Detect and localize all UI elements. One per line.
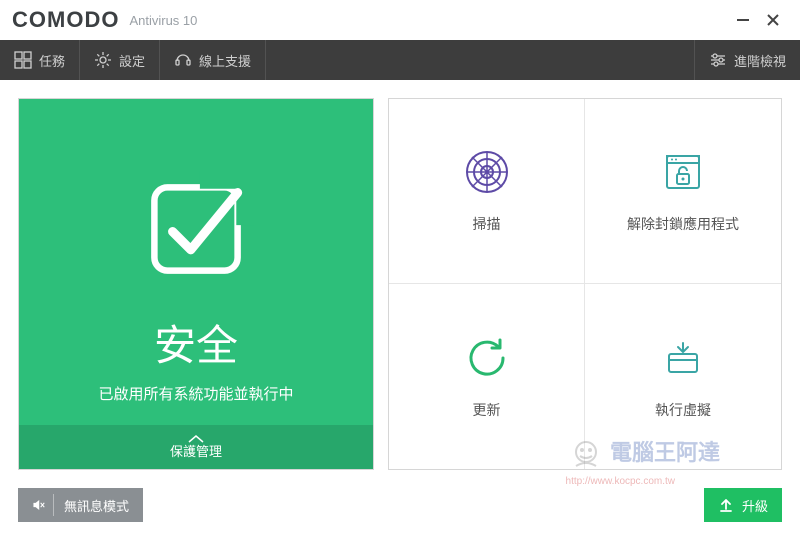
tasks-icon xyxy=(14,51,32,69)
toolbar-support-label: 線上支援 xyxy=(199,51,251,70)
protection-management-button[interactable]: 保護管理 xyxy=(19,425,373,469)
support-icon xyxy=(174,51,192,69)
bottom-bar: 無訊息模式 升級 xyxy=(0,480,800,536)
tile-unblock[interactable]: 解除封鎖應用程式 xyxy=(585,99,781,284)
upgrade-label: 升級 xyxy=(742,496,768,515)
tile-update[interactable]: 更新 xyxy=(389,284,585,469)
tile-unblock-label: 解除封鎖應用程式 xyxy=(627,214,739,234)
close-button[interactable] xyxy=(758,5,788,35)
toolbar: 任務 設定 線上支援 進階檢視 xyxy=(0,40,800,80)
minimize-button[interactable] xyxy=(728,5,758,35)
tile-update-label: 更新 xyxy=(473,400,501,420)
toolbar-settings-label: 設定 xyxy=(119,51,145,70)
upgrade-icon xyxy=(718,497,734,513)
status-subtitle: 已啟用所有系統功能並執行中 xyxy=(98,383,293,404)
toolbar-support[interactable]: 線上支援 xyxy=(160,40,266,80)
status-panel: 安全 已啟用所有系統功能並執行中 保護管理 xyxy=(18,98,374,470)
minimize-icon xyxy=(737,19,749,21)
upgrade-button[interactable]: 升級 xyxy=(704,488,782,522)
titlebar: COMODO Antivirus 10 xyxy=(0,0,800,40)
silent-mode-label: 無訊息模式 xyxy=(64,496,129,515)
sliders-icon xyxy=(709,51,727,69)
scan-icon xyxy=(463,148,511,196)
action-tiles: 掃描 解除封鎖應用程式 更新 xyxy=(388,98,782,470)
checkmark-shield-icon xyxy=(131,164,261,294)
virtual-icon xyxy=(659,334,707,382)
toolbar-settings[interactable]: 設定 xyxy=(80,40,160,80)
main-content: 安全 已啟用所有系統功能並執行中 保護管理 掃描 xyxy=(0,80,800,480)
mute-icon xyxy=(32,496,45,514)
gear-icon xyxy=(94,51,112,69)
toolbar-advanced-label: 進階檢視 xyxy=(734,51,786,70)
toolbar-tasks-label: 任務 xyxy=(39,51,65,70)
toolbar-advanced-view[interactable]: 進階檢視 xyxy=(694,40,800,80)
tile-virtual[interactable]: 執行虛擬 xyxy=(585,284,781,469)
update-icon xyxy=(463,334,511,382)
status-title: 安全 xyxy=(154,312,238,373)
product-name: Antivirus 10 xyxy=(129,13,197,28)
tile-scan-label: 掃描 xyxy=(473,214,501,234)
silent-mode-button[interactable]: 無訊息模式 xyxy=(18,488,143,522)
close-icon xyxy=(767,14,779,26)
brand-logo: COMODO xyxy=(12,7,119,33)
protection-management-label: 保護管理 xyxy=(170,441,222,460)
tile-scan[interactable]: 掃描 xyxy=(389,99,585,284)
tile-virtual-label: 執行虛擬 xyxy=(655,400,711,420)
toolbar-tasks[interactable]: 任務 xyxy=(0,40,80,80)
unblock-icon xyxy=(659,148,707,196)
